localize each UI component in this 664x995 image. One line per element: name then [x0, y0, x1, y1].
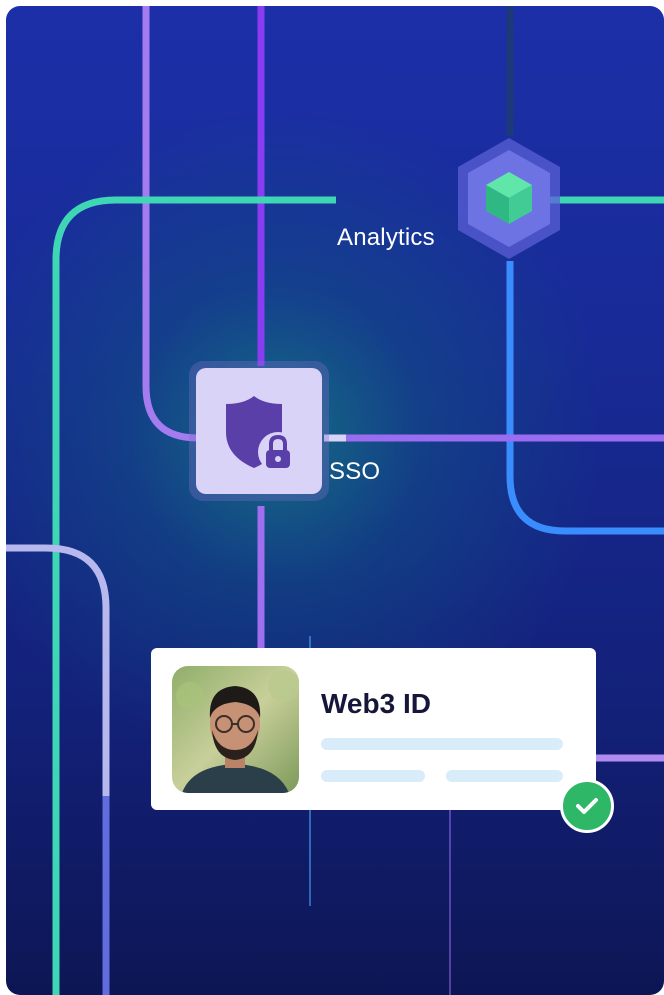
- sso-icon-box: [196, 368, 322, 494]
- sso-label: SSO: [329, 458, 381, 485]
- integration-illustration: Analytics SSO Web3 ID: [6, 6, 664, 995]
- verified-badge: [560, 779, 614, 833]
- analytics-label: Analytics: [337, 224, 435, 251]
- web3-id-card: Web3 ID: [151, 648, 596, 810]
- connection-lines: [6, 6, 664, 995]
- cube-hexagon-icon: [458, 138, 560, 259]
- user-avatar: [172, 666, 299, 793]
- check-icon: [576, 798, 598, 814]
- placeholder-line: [321, 738, 563, 750]
- sso-node: [189, 361, 329, 501]
- placeholder-line: [446, 770, 563, 782]
- shield-lock-icon: [226, 396, 298, 472]
- card-title: Web3 ID: [321, 688, 431, 719]
- analytics-node: [454, 136, 564, 261]
- placeholder-line: [321, 770, 425, 782]
